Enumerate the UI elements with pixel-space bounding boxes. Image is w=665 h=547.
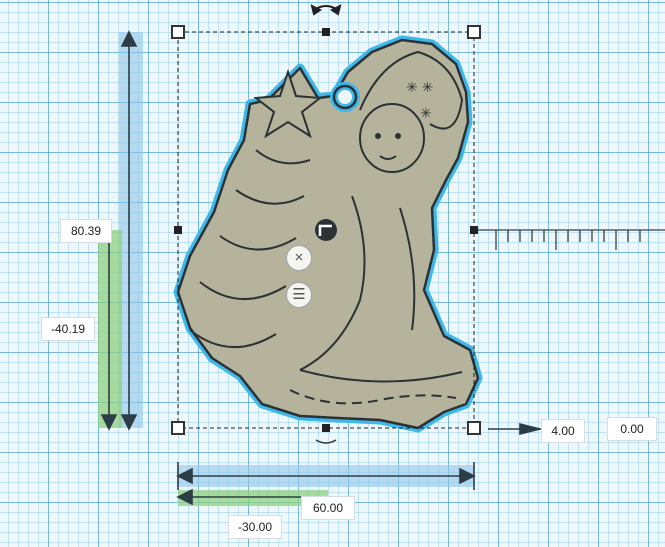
svg-text:✳: ✳	[420, 105, 432, 121]
rotate-handle-bottom[interactable]	[315, 439, 337, 444]
height-value[interactable]: 80.39	[60, 219, 112, 243]
handle-bottom-right	[467, 421, 481, 435]
elevation-ruler	[98, 230, 122, 428]
rotate-arrows-icon[interactable]	[310, 4, 342, 16]
handle-top-left	[171, 25, 185, 39]
elevation-value[interactable]: -40.19	[41, 317, 95, 341]
drag-handle-icon[interactable]	[315, 219, 337, 241]
handle-right	[470, 226, 478, 234]
height-ruler	[119, 32, 143, 428]
x-position-value[interactable]: -30.00	[228, 515, 282, 539]
menu-icon[interactable]: ☰	[286, 282, 312, 308]
z-position-value[interactable]: 0.00	[607, 417, 657, 441]
handle-left	[174, 226, 182, 234]
z-height-value[interactable]: 4.00	[541, 419, 585, 443]
handle-bottom	[322, 424, 330, 432]
ruler-ticks	[478, 229, 665, 250]
handle-top	[322, 28, 330, 36]
width-value[interactable]: 60.00	[301, 496, 355, 520]
handle-top-right	[467, 25, 481, 39]
close-icon[interactable]: ×	[286, 245, 312, 271]
scene: ✳ ✳ ✳	[98, 4, 665, 506]
handle-bottom-left	[171, 421, 185, 435]
svg-text:✳ ✳: ✳ ✳	[406, 79, 433, 95]
